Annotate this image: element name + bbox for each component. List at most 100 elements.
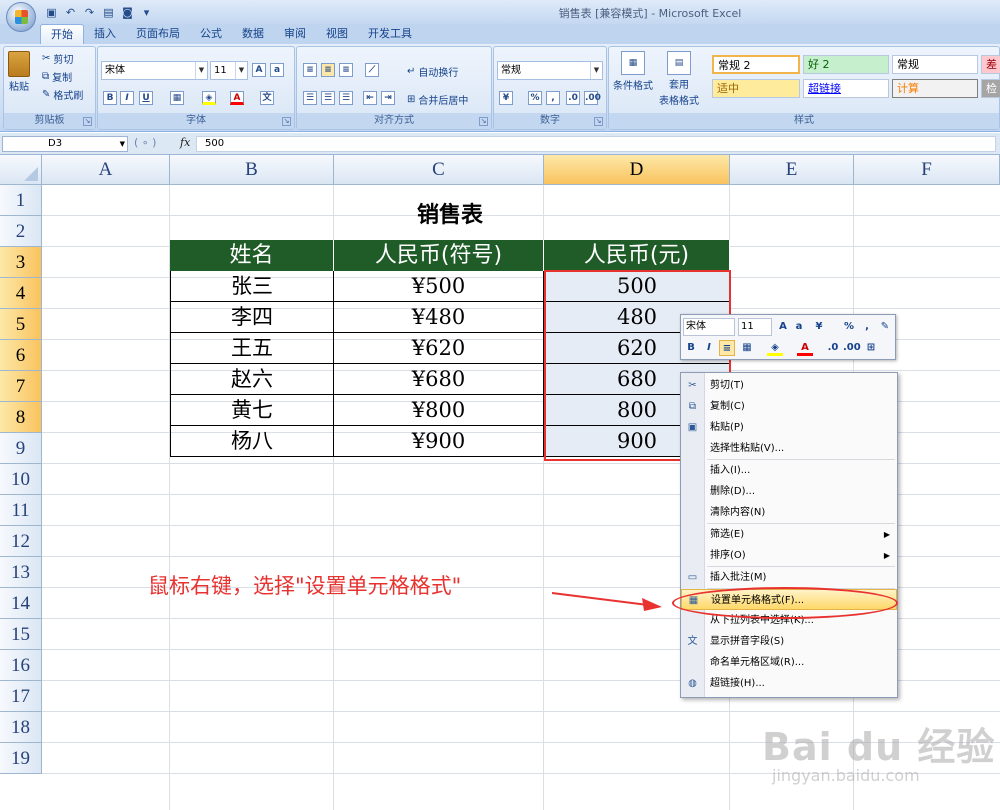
number-launcher-icon[interactable]: ↘: [594, 117, 603, 126]
format-painter-icon[interactable]: ✎: [877, 319, 893, 335]
style-normal-2[interactable]: 常规 2: [712, 55, 800, 74]
style-neutral[interactable]: 适中: [712, 79, 800, 98]
name-box[interactable]: D3 ▼: [2, 136, 128, 152]
context-menu-item-10[interactable]: ▭ 插入批注(M): [681, 567, 897, 588]
number-format-select[interactable]: 常规 ▼: [497, 61, 603, 80]
context-menu-item-8[interactable]: 筛选(E) ▶: [681, 524, 897, 545]
context-menu-item-9[interactable]: 排序(O) ▶: [681, 545, 897, 566]
copy-icon: ⧉: [42, 71, 50, 82]
italic-icon[interactable]: I: [701, 340, 717, 356]
borders-icon[interactable]: ▦: [170, 91, 184, 105]
align-right-icon[interactable]: ☰: [339, 91, 353, 105]
merge-center-button[interactable]: ⊞ 合并后居中: [407, 92, 468, 107]
accounting-format-icon[interactable]: ¥: [811, 319, 827, 335]
align-bottom-icon[interactable]: ≡: [339, 63, 353, 77]
align-left-icon[interactable]: ☰: [303, 91, 317, 105]
align-center-icon[interactable]: ☰: [321, 91, 335, 105]
increase-decimal-icon[interactable]: .0: [825, 340, 841, 356]
align-middle-icon[interactable]: ≡: [321, 63, 335, 77]
insert-function-icon[interactable]: fx: [180, 136, 190, 149]
italic-icon[interactable]: I: [120, 91, 134, 105]
comma-style-icon[interactable]: ,: [859, 319, 875, 335]
scissors-icon: ✂: [42, 53, 51, 64]
mini-font-select[interactable]: 宋体: [683, 318, 735, 336]
style-bad[interactable]: 差: [981, 55, 1000, 74]
fill-color-icon[interactable]: ◈: [202, 91, 216, 105]
chevron-down-icon: ▼: [195, 62, 207, 79]
conditional-format-button[interactable]: ▦ 条件格式: [613, 51, 653, 92]
accounting-format-icon[interactable]: ¥: [499, 91, 513, 105]
format-painter-button[interactable]: ✎ 格式刷: [42, 87, 83, 102]
context-menu-item-6[interactable]: 删除(D)...: [681, 481, 897, 502]
underline-icon[interactable]: U: [139, 91, 153, 105]
copy-button[interactable]: ⧉ 复制: [42, 69, 72, 84]
chevron-down-icon: ▼: [235, 62, 247, 79]
context-menu-item-7[interactable]: 清除内容(N): [681, 502, 897, 523]
scissors-icon: ✂: [688, 380, 697, 391]
annotation-text: 鼠标右键，选择"设置单元格格式": [148, 574, 462, 598]
grow-font-icon[interactable]: A: [252, 63, 266, 77]
wrap-text-button[interactable]: ↵ 自动换行: [407, 64, 458, 79]
paste-button[interactable]: 粘贴: [8, 51, 30, 93]
font-size-select[interactable]: 11 ▼: [210, 61, 248, 80]
style-calculation[interactable]: 计算: [892, 79, 978, 98]
decrease-indent-icon[interactable]: ⇤: [363, 91, 377, 105]
align-top-icon[interactable]: ≡: [303, 63, 317, 77]
percent-icon[interactable]: %: [528, 91, 542, 105]
phonetic-guide-icon[interactable]: 文: [260, 91, 274, 105]
fill-color-icon[interactable]: ◈: [767, 340, 783, 356]
percent-icon[interactable]: %: [841, 319, 857, 335]
tab-home[interactable]: 开始: [40, 24, 84, 44]
context-menu-item-5[interactable]: 插入(I)...: [681, 460, 897, 481]
ribbon: 粘贴 ✂ 剪切 ⧉ 复制 ✎ 格式刷 剪贴板 ↘ 宋体 ▼ 11 ▼ A a B I U …: [0, 44, 1000, 132]
font-launcher-icon[interactable]: ↘: [282, 117, 291, 126]
cut-button[interactable]: ✂ 剪切: [42, 51, 73, 66]
tab-insert[interactable]: 插入: [84, 24, 126, 44]
increase-indent-icon[interactable]: ⇥: [381, 91, 395, 105]
context-menu-item-1[interactable]: ✂ 剪切(T): [681, 375, 897, 396]
font-name-select[interactable]: 宋体 ▼: [101, 61, 208, 80]
mini-size-select[interactable]: 11: [738, 318, 772, 336]
tab-developer[interactable]: 开发工具: [358, 24, 422, 44]
bold-icon[interactable]: B: [103, 91, 117, 105]
style-good-2[interactable]: 好 2: [803, 55, 889, 74]
grow-font-icon[interactable]: A: [775, 319, 791, 335]
alignment-launcher-icon[interactable]: ↘: [479, 117, 488, 126]
context-menu-item-2[interactable]: ⧉ 复制(C): [681, 396, 897, 417]
borders-icon[interactable]: ▦: [739, 340, 755, 356]
window-title: 销售表 [兼容模式] - Microsoft Excel: [558, 7, 742, 20]
tab-view[interactable]: 视图: [316, 24, 358, 44]
style-check[interactable]: 检: [981, 79, 1000, 98]
context-menu-item-14[interactable]: 命名单元格区域(R)...: [681, 652, 897, 673]
font-color-icon[interactable]: A: [797, 340, 813, 356]
decrease-decimal-icon[interactable]: .00: [843, 340, 861, 356]
tab-page-layout[interactable]: 页面布局: [126, 24, 190, 44]
tab-data[interactable]: 数据: [232, 24, 274, 44]
office-button[interactable]: [6, 2, 36, 32]
style-normal[interactable]: 常规: [892, 55, 978, 74]
format-as-table-button[interactable]: ▤ 套用 表格格式: [659, 51, 699, 107]
context-menu-label: 插入批注(M): [710, 572, 767, 583]
orientation-icon[interactable]: ⟋: [365, 63, 379, 77]
style-hyperlink[interactable]: 超链接: [803, 79, 889, 98]
tab-formulas[interactable]: 公式: [190, 24, 232, 44]
context-menu-item-4[interactable]: 选择性粘贴(V)...: [681, 438, 897, 459]
merge-icon[interactable]: ⊞: [863, 340, 879, 356]
shrink-font-icon[interactable]: a: [791, 319, 807, 335]
center-align-icon[interactable]: ≡: [719, 340, 735, 356]
context-menu-label: 清除内容(N): [710, 507, 766, 518]
context-menu-item-3[interactable]: ▣ 粘贴(P): [681, 417, 897, 438]
context-menu-label: 选择性粘贴(V)...: [710, 443, 785, 454]
shrink-font-icon[interactable]: a: [270, 63, 284, 77]
context-menu-item-15[interactable]: ◍ 超链接(H)...: [681, 673, 897, 694]
bold-icon[interactable]: B: [683, 340, 699, 356]
clipboard-group-label: 剪贴板: [4, 113, 95, 129]
tab-review[interactable]: 审阅: [274, 24, 316, 44]
comma-style-icon[interactable]: ,: [546, 91, 560, 105]
context-menu-item-13[interactable]: 文 显示拼音字段(S): [681, 631, 897, 652]
clipboard-launcher-icon[interactable]: ↘: [83, 117, 92, 126]
formula-input[interactable]: 500: [196, 136, 996, 152]
decrease-decimal-icon[interactable]: .00: [584, 91, 601, 105]
increase-decimal-icon[interactable]: .0: [566, 91, 580, 105]
font-color-icon[interactable]: A: [230, 91, 244, 105]
